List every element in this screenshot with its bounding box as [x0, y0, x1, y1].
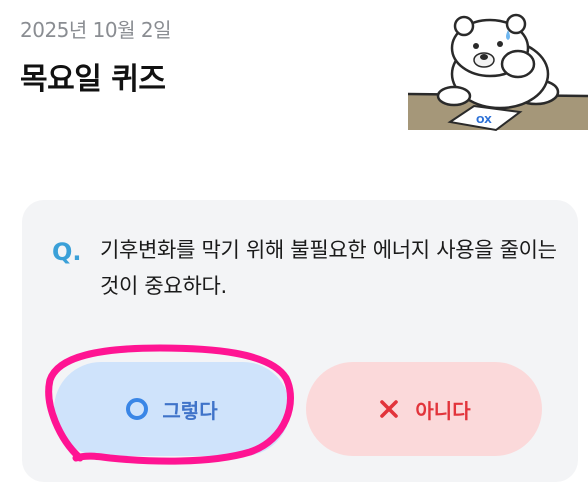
quiz-date: 2025년 10월 2일	[20, 18, 172, 42]
answer-yes-button[interactable]: 그렇다	[54, 362, 290, 456]
polar-bear-icon: OX	[408, 13, 588, 132]
page-title: 목요일 퀴즈	[20, 62, 166, 97]
quiz-card: Q. 기후변화를 막기 위해 불필요한 에너지 사용을 줄이는 것이 중요하다.…	[22, 200, 578, 482]
answer-no-label: 아니다	[415, 398, 471, 423]
circle-o-icon	[126, 398, 149, 420]
paper-o-mark: OX	[476, 115, 492, 126]
question-label: Q.	[52, 238, 82, 266]
x-icon	[380, 400, 399, 418]
answer-no-button[interactable]: 아니다	[306, 362, 542, 456]
question-text: 기후변화를 막기 위해 불필요한 에너지 사용을 줄이는 것이 중요하다.	[100, 238, 557, 298]
answer-yes-label: 그렇다	[162, 398, 218, 423]
